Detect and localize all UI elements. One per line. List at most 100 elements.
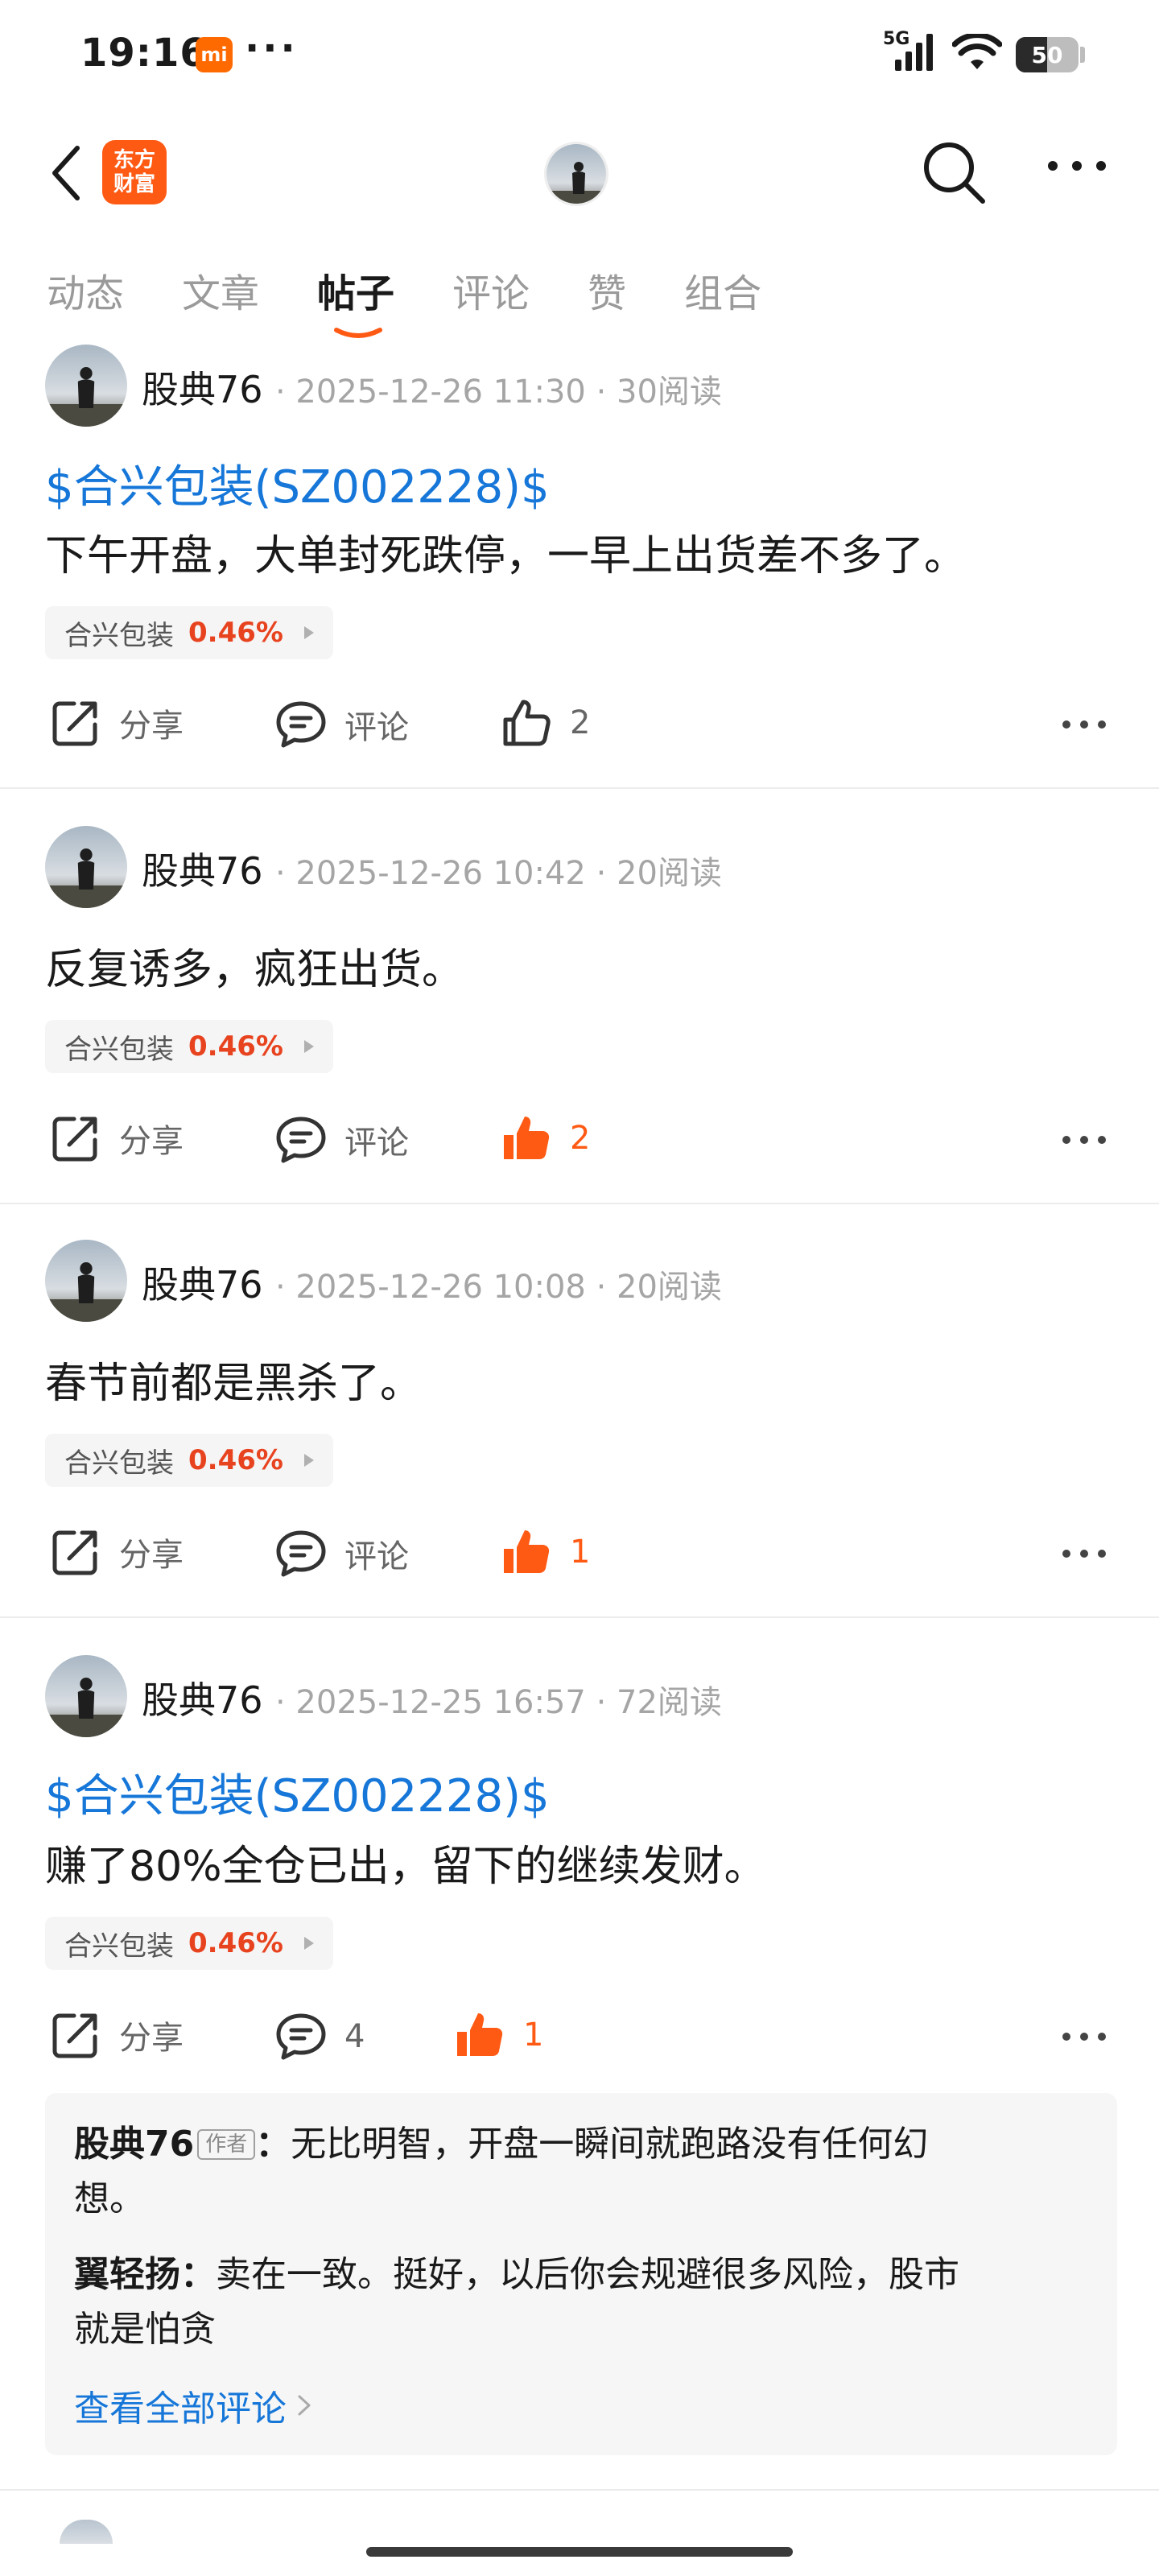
profile-posts-page: 19:16 mi ··· 5G 50 东方 财富 动态 文章 帖子 评论 赞 组… xyxy=(0,0,1159,2576)
stock-chip[interactable]: 合兴包装 0.46% xyxy=(45,1434,333,1487)
chevron-left-icon xyxy=(52,146,80,200)
next-post-avatar xyxy=(60,2520,113,2544)
comment-button[interactable]: 4 xyxy=(275,2013,365,2061)
share-button[interactable]: 分享 xyxy=(50,1113,184,1164)
share-label: 分享 xyxy=(119,1123,184,1160)
avatar-image xyxy=(45,1655,127,1737)
battery-level: 50 xyxy=(1031,41,1063,68)
comment-button[interactable]: 评论 xyxy=(275,1530,409,1578)
thumbs-up-icon xyxy=(503,700,551,746)
stock-chip[interactable]: 合兴包装 0.46% xyxy=(45,606,333,659)
profile-tabs: 动态 文章 帖子 评论 赞 组合 xyxy=(47,258,819,338)
tab-likes[interactable]: 赞 xyxy=(588,258,626,330)
post-meta: · 2025-12-26 11:30 · 30阅读 xyxy=(275,374,722,411)
comment-colon: ： xyxy=(180,2254,216,2295)
more-icon[interactable] xyxy=(1046,158,1107,174)
like-button[interactable]: 2 xyxy=(501,1113,590,1164)
share-icon xyxy=(52,1117,97,1162)
stock-chip-name: 合兴包装 xyxy=(64,1930,174,1963)
post-more-button[interactable] xyxy=(1062,2033,1106,2041)
thumbs-up-filled-icon xyxy=(504,1530,550,1573)
search-icon[interactable] xyxy=(920,138,988,206)
share-icon xyxy=(52,701,97,746)
share-label: 分享 xyxy=(119,1537,184,1574)
comment-label: 评论 xyxy=(344,709,409,746)
comment-icon xyxy=(276,1530,326,1577)
avatar-image xyxy=(45,826,127,908)
post-more-button[interactable] xyxy=(1062,1550,1106,1558)
avatar[interactable] xyxy=(45,345,127,427)
comment-author[interactable]: 股典76 xyxy=(74,2124,194,2165)
tab-dynamics[interactable]: 动态 xyxy=(47,258,124,330)
chevron-right-icon xyxy=(303,1454,314,1467)
comment-label: 评论 xyxy=(344,1538,409,1575)
home-indicator[interactable] xyxy=(366,2547,793,2557)
status-bar: 19:16 mi ··· 5G 50 xyxy=(0,0,1159,109)
divider xyxy=(0,2489,1159,2491)
avatar[interactable] xyxy=(45,1240,127,1322)
battery-cap xyxy=(1080,47,1085,63)
comment-text: 无比明智，开盘一瞬间就跑路没有任何幻 xyxy=(291,2124,929,2165)
share-button[interactable]: 分享 xyxy=(50,1526,184,1578)
user-avatar[interactable] xyxy=(544,142,608,206)
stock-chip-pct: 0.46% xyxy=(188,1927,283,1959)
wifi-icon xyxy=(952,34,1002,69)
back-button[interactable] xyxy=(42,137,90,209)
comment-text: 卖在一致。挺好，以后你会规避很多风险，股市 xyxy=(216,2254,959,2295)
comments-preview[interactable]: 股典76 作者 ：无比明智，开盘一瞬间就跑路没有任何幻 想。 翼轻扬：卖在一致。挺好，… xyxy=(45,2093,1117,2455)
avatar[interactable] xyxy=(45,1655,127,1737)
stock-chip-pct: 0.46% xyxy=(188,617,283,649)
tab-posts[interactable]: 帖子 xyxy=(317,258,395,338)
chevron-right-icon xyxy=(298,2395,311,2416)
stock-chip[interactable]: 合兴包装 0.46% xyxy=(45,1917,333,1970)
share-icon xyxy=(52,2013,97,2058)
share-button[interactable]: 分享 xyxy=(50,2009,184,2061)
view-all-label: 查看全部评论 xyxy=(74,2388,287,2429)
post-body: 春节前都是黑杀了。 xyxy=(45,1360,423,1408)
post-author[interactable]: 股典76 xyxy=(142,361,263,414)
comment-icon xyxy=(276,2013,326,2060)
logo-line-1: 东方 xyxy=(113,148,155,172)
view-all-comments-link[interactable]: 查看全部评论 xyxy=(74,2380,314,2431)
post-body: 赚了80%全仓已出，留下的继续发财。 xyxy=(45,1843,766,1891)
like-count: 1 xyxy=(570,1534,591,1571)
active-tab-indicator xyxy=(334,328,383,338)
like-button[interactable]: 2 xyxy=(501,697,590,749)
post-more-button[interactable] xyxy=(1062,1136,1106,1144)
tab-articles[interactable]: 文章 xyxy=(182,258,259,330)
comment-icon xyxy=(276,701,326,748)
more-notifications-icon: ··· xyxy=(245,26,299,71)
post-more-button[interactable] xyxy=(1062,720,1106,729)
stock-chip[interactable]: 合兴包装 0.46% xyxy=(45,1020,333,1073)
like-count: 1 xyxy=(523,2017,544,2054)
tab-comments[interactable]: 评论 xyxy=(452,258,530,330)
mi-notification-icon: mi xyxy=(196,37,233,72)
like-button[interactable]: 1 xyxy=(501,1526,590,1578)
comment-author[interactable]: 翼轻扬 xyxy=(74,2254,180,2295)
post-author[interactable]: 股典76 xyxy=(142,1256,263,1309)
comment-text-cont: 就是怕贪 xyxy=(74,2309,216,2350)
tab-posts-label: 帖子 xyxy=(317,271,395,316)
stock-link[interactable]: $合兴包装(SZ002228)$ xyxy=(45,1760,550,1825)
signal-icon xyxy=(895,34,933,71)
comment-item[interactable]: 股典76 作者 ：无比明智，开盘一瞬间就跑路没有任何幻 想。 xyxy=(74,2117,1088,2227)
share-button[interactable]: 分享 xyxy=(50,697,184,749)
tab-portfolios[interactable]: 组合 xyxy=(684,258,761,330)
like-button[interactable]: 1 xyxy=(454,2009,543,2061)
avatar[interactable] xyxy=(45,826,127,908)
stock-link[interactable]: $合兴包装(SZ002228)$ xyxy=(45,451,550,516)
post-author[interactable]: 股典76 xyxy=(142,1671,263,1724)
like-count: 2 xyxy=(570,704,591,741)
comment-item[interactable]: 翼轻扬：卖在一致。挺好，以后你会规避很多风险，股市 就是怕贪 xyxy=(74,2248,1088,2357)
share-label: 分享 xyxy=(119,2020,184,2057)
comment-button[interactable]: 评论 xyxy=(275,1116,409,1164)
chevron-right-icon xyxy=(303,626,314,639)
battery-icon: 50 xyxy=(1016,37,1079,72)
thumbs-up-filled-icon xyxy=(457,2013,503,2056)
app-logo[interactable]: 东方 财富 xyxy=(102,140,167,204)
avatar-image xyxy=(45,1240,127,1322)
comment-button[interactable]: 评论 xyxy=(275,700,409,749)
post-author[interactable]: 股典76 xyxy=(142,842,263,895)
like-count: 2 xyxy=(570,1120,591,1157)
comment-label: 评论 xyxy=(344,1125,409,1162)
